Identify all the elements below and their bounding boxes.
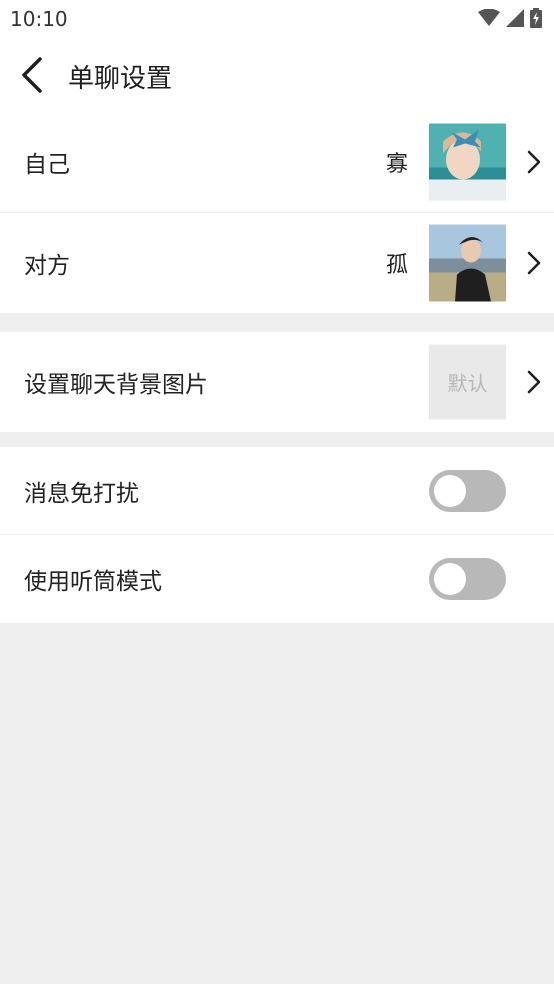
profile-section: 自己 寡 对方 孤 bbox=[0, 112, 554, 313]
background-section: 设置聊天背景图片 默认 bbox=[0, 332, 554, 432]
signal-icon bbox=[506, 9, 524, 27]
chat-background-label: 设置聊天背景图片 bbox=[24, 372, 208, 398]
chevron-right-icon bbox=[527, 370, 541, 394]
row-self[interactable]: 自己 寡 bbox=[0, 112, 554, 213]
self-avatar[interactable] bbox=[429, 123, 506, 201]
row-earpiece-mode: 使用听筒模式 bbox=[0, 535, 554, 623]
other-name: 孤 bbox=[385, 253, 408, 278]
row-other[interactable]: 对方 孤 bbox=[0, 213, 554, 313]
earpiece-mode-toggle[interactable] bbox=[429, 558, 506, 600]
toggle-knob bbox=[434, 474, 466, 507]
other-label: 对方 bbox=[24, 253, 70, 279]
header-bar: 单聊设置 bbox=[0, 38, 554, 112]
chat-background-thumbnail[interactable]: 默认 bbox=[429, 344, 506, 420]
toggle-knob bbox=[434, 563, 466, 595]
toggle-section: 消息免打扰 使用听筒模式 bbox=[0, 447, 554, 623]
chevron-right-icon bbox=[527, 251, 541, 275]
row-chat-background[interactable]: 设置聊天背景图片 默认 bbox=[0, 332, 554, 432]
self-label: 自己 bbox=[24, 152, 70, 178]
page-title: 单聊设置 bbox=[68, 64, 173, 94]
battery-icon bbox=[530, 8, 542, 28]
status-bar: 10:10 bbox=[0, 0, 554, 38]
earpiece-mode-label: 使用听筒模式 bbox=[24, 569, 162, 595]
other-avatar[interactable] bbox=[429, 224, 506, 302]
self-name: 寡 bbox=[385, 152, 408, 177]
wifi-icon bbox=[478, 9, 500, 26]
status-icons bbox=[478, 8, 542, 28]
status-time: 10:10 bbox=[10, 7, 68, 31]
row-do-not-disturb: 消息免打扰 bbox=[0, 447, 554, 535]
chevron-right-icon bbox=[527, 150, 541, 174]
do-not-disturb-toggle[interactable] bbox=[429, 469, 506, 512]
do-not-disturb-label: 消息免打扰 bbox=[24, 480, 139, 507]
back-arrow-icon[interactable] bbox=[18, 56, 48, 94]
